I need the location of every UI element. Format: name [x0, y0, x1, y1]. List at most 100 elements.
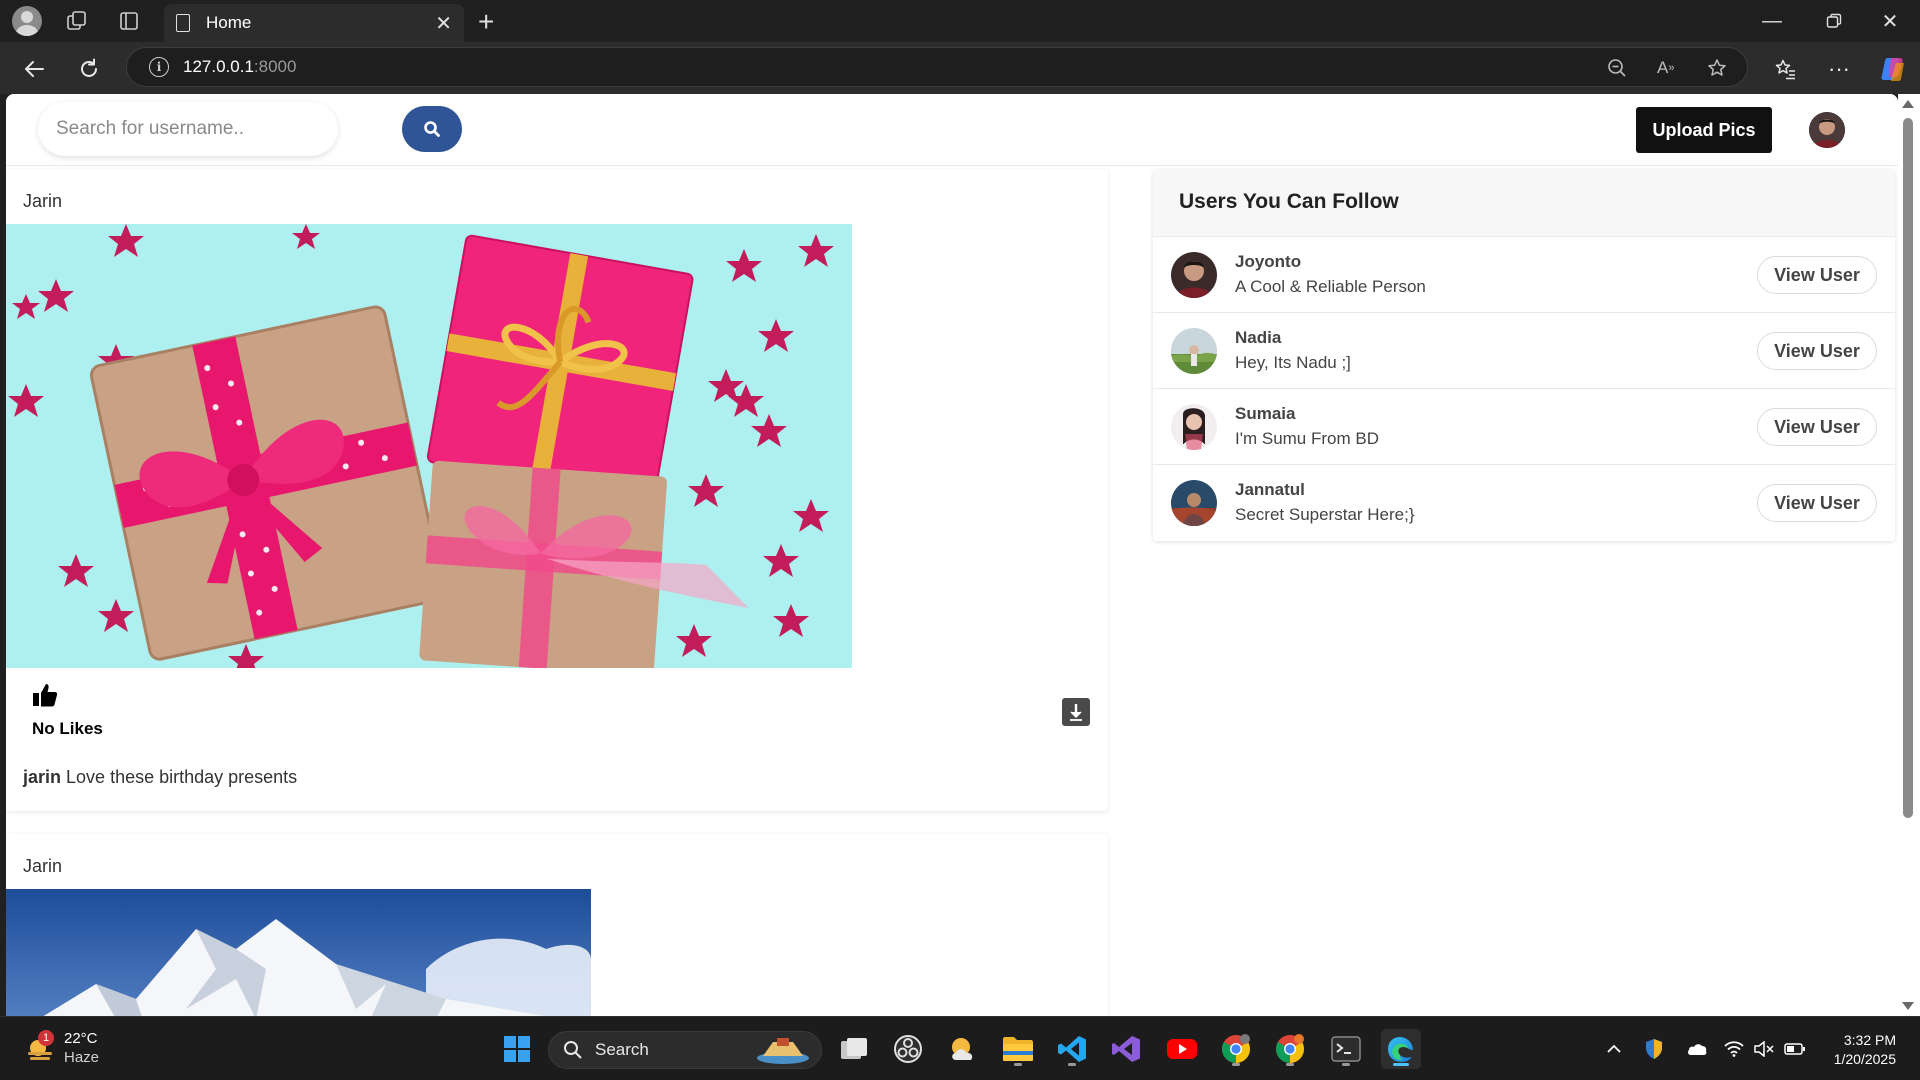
terminal-icon[interactable] [1326, 1029, 1366, 1069]
page-icon [176, 14, 190, 32]
search-icon [564, 1041, 582, 1059]
obs-icon[interactable] [888, 1029, 928, 1069]
users-to-follow-panel: Users You Can Follow Joyonto A Cool & Re… [1153, 169, 1895, 541]
windows-logo-icon [504, 1036, 530, 1062]
battery-icon[interactable] [1784, 1017, 1806, 1080]
read-aloud-icon[interactable]: A» [1657, 48, 1674, 88]
start-button[interactable] [497, 1029, 537, 1069]
chrome-profile-icon[interactable] [1216, 1029, 1256, 1069]
user-bio: I'm Sumu From BD [1235, 429, 1379, 448]
vscode-icon[interactable] [1052, 1029, 1092, 1069]
top-navbar: Upload Pics [6, 94, 1898, 166]
favorites-icon[interactable] [1768, 52, 1802, 86]
weather-condition: Haze [64, 1049, 100, 1066]
clock-date: 1/20/2025 [1833, 1051, 1896, 1067]
task-view-icon[interactable] [834, 1029, 874, 1069]
profile-avatar[interactable] [1809, 112, 1845, 148]
caption-username[interactable]: jarin [23, 767, 61, 787]
page-viewport: Upload Pics Jarin [6, 94, 1898, 1016]
post-card: Jarin [6, 834, 1108, 1016]
user-name[interactable]: Joyonto [1235, 252, 1301, 272]
vertical-tabs-icon[interactable] [114, 6, 144, 36]
like-button[interactable] [32, 682, 58, 708]
zoom-out-icon[interactable] [1607, 48, 1627, 88]
reload-icon[interactable] [72, 52, 106, 86]
weather-widget[interactable]: 1 22°C Haze [24, 1029, 99, 1067]
close-tab-icon[interactable]: ✕ [435, 11, 452, 36]
edge-icon[interactable] [1381, 1029, 1421, 1069]
weather-icon: 1 [24, 1030, 56, 1064]
post-card: Jarin [6, 169, 1108, 811]
user-bio: Secret Superstar Here;} [1235, 505, 1415, 524]
likes-count: No Likes [32, 719, 103, 738]
scroll-down-icon[interactable] [1902, 1002, 1914, 1010]
restore-icon[interactable] [1806, 4, 1862, 38]
defender-icon[interactable] [1644, 1017, 1664, 1080]
speaker-muted-icon[interactable] [1754, 1017, 1774, 1080]
wifi-icon[interactable] [1724, 1017, 1744, 1080]
tab-home[interactable]: Home ✕ [164, 4, 464, 42]
new-tab-icon[interactable]: + [478, 6, 494, 38]
taskbar-search[interactable]: Search [548, 1031, 822, 1069]
upload-pics-button[interactable]: Upload Pics [1636, 107, 1772, 153]
view-user-button[interactable]: View User [1757, 484, 1877, 522]
avatar[interactable] [1171, 328, 1217, 374]
avatar[interactable] [1171, 404, 1217, 450]
view-user-button[interactable]: View User [1757, 332, 1877, 370]
post-image-gifts [6, 224, 852, 668]
weather-app-icon[interactable] [944, 1029, 984, 1069]
url-field[interactable]: i 127.0.0.1:8000 A» [126, 47, 1748, 87]
post-caption: jarin Love these birthday presents [23, 767, 297, 788]
avatar[interactable] [1171, 480, 1217, 526]
user-name[interactable]: Nadia [1235, 328, 1281, 348]
more-menu-icon[interactable]: ··· [1822, 52, 1856, 86]
post-author[interactable]: Jarin [23, 191, 62, 212]
download-button[interactable] [1062, 698, 1090, 726]
user-name[interactable]: Sumaia [1235, 404, 1295, 424]
view-user-button[interactable]: View User [1757, 256, 1877, 294]
search-icon [424, 121, 440, 137]
username-search-input[interactable] [38, 102, 338, 156]
browser-tab-bar: Home ✕ + — ✕ [0, 0, 1920, 42]
temperature: 22°C [64, 1030, 98, 1047]
post-author[interactable]: Jarin [23, 856, 62, 877]
url-host: 127.0.0.1 [183, 57, 254, 76]
visual-studio-icon[interactable] [1106, 1029, 1146, 1069]
profile-icon[interactable] [12, 6, 42, 36]
youtube-icon[interactable] [1162, 1029, 1202, 1069]
minimize-icon[interactable]: — [1744, 4, 1800, 38]
suggestions-title: Users You Can Follow [1153, 169, 1895, 237]
list-item: Sumaia I'm Sumu From BD View User [1153, 389, 1895, 465]
favorite-star-icon[interactable] [1707, 48, 1727, 88]
view-user-button[interactable]: View User [1757, 408, 1877, 446]
weather-badge: 1 [38, 1030, 54, 1046]
scroll-up-icon[interactable] [1902, 100, 1914, 108]
user-name[interactable]: Jannatul [1235, 480, 1305, 500]
windows-taskbar: 1 22°C Haze Search 3:32 PM 1/20/2025 [0, 1016, 1920, 1080]
page-scrollbar[interactable] [1898, 94, 1920, 1016]
avatar[interactable] [1171, 252, 1217, 298]
search-button[interactable] [402, 106, 462, 152]
onedrive-icon[interactable] [1686, 1017, 1708, 1080]
url-port: :8000 [253, 57, 297, 76]
file-explorer-icon[interactable] [998, 1029, 1038, 1069]
scrollbar-thumb[interactable] [1903, 118, 1913, 818]
close-window-icon[interactable]: ✕ [1862, 4, 1918, 38]
caption-text: Love these birthday presents [66, 767, 298, 787]
taskbar-clock[interactable]: 3:32 PM 1/20/2025 [1816, 1031, 1896, 1069]
address-bar: i 127.0.0.1:8000 A» ··· [0, 42, 1920, 94]
back-arrow-icon[interactable] [17, 52, 51, 86]
post-image-mountains [6, 889, 591, 1016]
list-item: Nadia Hey, Its Nadu ;] View User [1153, 313, 1895, 389]
clock-time: 3:32 PM [1843, 1032, 1896, 1048]
site-info-icon[interactable]: i [149, 57, 169, 77]
copilot-icon[interactable] [1876, 52, 1910, 86]
tray-overflow-icon[interactable] [1606, 1017, 1622, 1080]
search-highlight-icon [757, 1038, 809, 1064]
workspaces-icon[interactable] [62, 6, 92, 36]
tab-title: Home [206, 13, 252, 32]
user-bio: A Cool & Reliable Person [1235, 277, 1426, 296]
user-bio: Hey, Its Nadu ;] [1235, 353, 1351, 372]
list-item: Jannatul Secret Superstar Here;} View Us… [1153, 465, 1895, 541]
chrome-icon[interactable] [1270, 1029, 1310, 1069]
